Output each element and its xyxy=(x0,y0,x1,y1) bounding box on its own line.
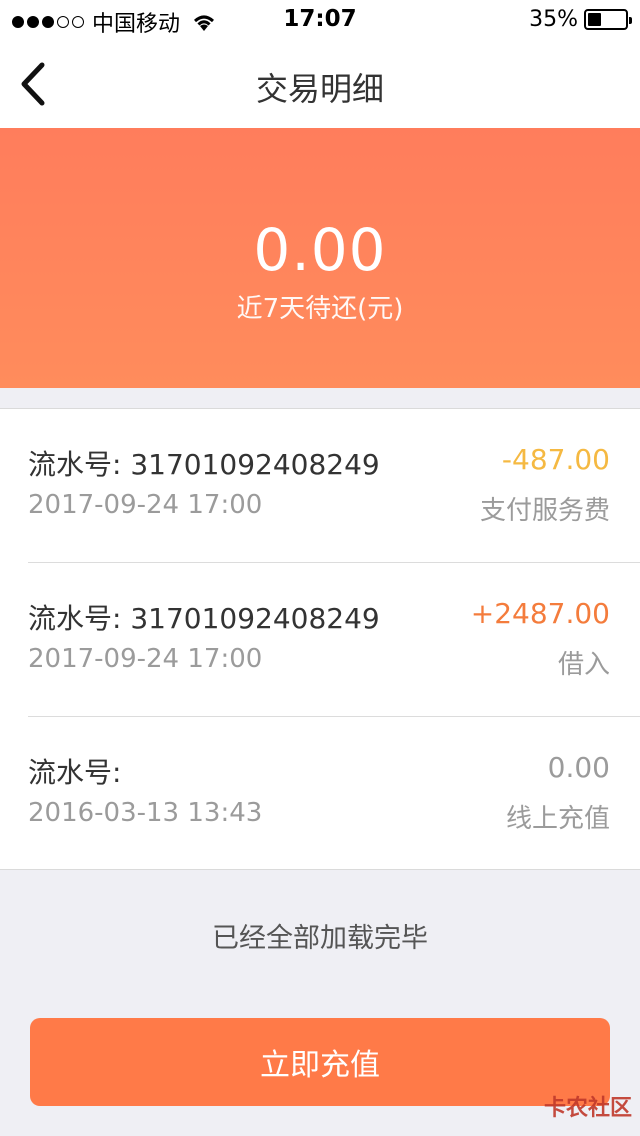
summary-banner: 0.00 近7天待还(元) xyxy=(0,128,640,388)
recharge-button[interactable]: 立即充值 xyxy=(30,1018,610,1106)
transaction-row[interactable]: 流水号: 31701092408249 2017-09-24 17:00 +24… xyxy=(0,563,640,717)
transaction-list: 流水号: 31701092408249 2017-09-24 17:00 -48… xyxy=(0,408,640,870)
transaction-type: 支付服务费 xyxy=(479,496,610,526)
summary-label: 近7天待还(元) xyxy=(236,294,404,324)
transaction-date: 2017-09-24 17:00 xyxy=(28,490,263,520)
transaction-amount: 0.00 xyxy=(547,751,610,784)
watermark-logo: 卡农社区 xyxy=(543,1096,632,1121)
transaction-serial: 流水号: 31701092408249 xyxy=(28,602,380,635)
transaction-date: 2016-03-13 13:43 xyxy=(28,798,263,828)
transaction-row[interactable]: 流水号: 31701092408249 2017-09-24 17:00 -48… xyxy=(0,409,640,563)
status-bar: 中国移动 17:07 35% xyxy=(0,0,640,40)
transaction-type: 借入 xyxy=(557,650,610,680)
page-title: 交易明细 xyxy=(255,70,384,108)
transaction-type: 线上充值 xyxy=(505,804,610,834)
transaction-date: 2017-09-24 17:00 xyxy=(28,644,263,674)
transaction-serial: 流水号: xyxy=(28,756,122,789)
transaction-amount: +2487.00 xyxy=(470,597,610,630)
transaction-row[interactable]: 流水号: 2016-03-13 13:43 0.00 线上充值 xyxy=(0,717,640,871)
battery-icon xyxy=(584,9,632,30)
summary-amount: 0.00 xyxy=(253,216,387,284)
status-right: 35% xyxy=(529,7,632,32)
transaction-amount: -487.00 xyxy=(501,443,610,476)
battery-percent: 35% xyxy=(529,7,578,32)
transaction-serial: 流水号: 31701092408249 xyxy=(28,448,380,481)
all-loaded-message: 已经全部加载完毕 xyxy=(212,923,428,954)
navigation-bar: 交易明细 xyxy=(0,40,640,128)
